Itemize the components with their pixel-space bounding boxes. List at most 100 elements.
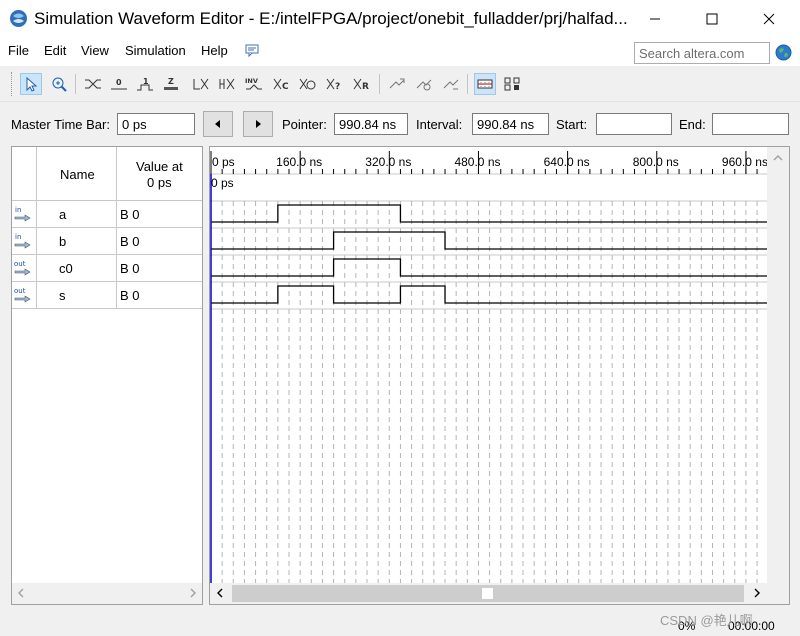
snap-to-grid-icon [389,78,405,89]
waveform-panel[interactable]: 0 ps 160.0 ns 320.0 ns 480.0 ns 640.0 ns 800.… [209,146,790,605]
zoom-tool-button[interactable] [48,73,70,95]
scroll-thumb-grip [482,588,493,599]
menu-view[interactable]: View [81,43,109,58]
master-time-bar-label: Master Time Bar: [11,117,110,132]
ruler-label: 480.0 ns [454,155,500,169]
close-icon [763,13,775,25]
toolbar-separator [467,74,468,94]
zoom-tool-icon [52,77,67,92]
master-time-bar-field[interactable]: 0 ps [117,113,195,135]
invert-button[interactable]: INV [243,73,265,95]
name-column-header[interactable]: Name [60,167,95,182]
cursor-time-label: 0 ps [211,176,234,190]
waveform-vertical-scrollbar[interactable] [767,147,789,583]
grid-settings-icon [477,79,493,89]
globe-icon[interactable] [775,44,792,61]
ruler-label: 320.0 ns [365,155,411,169]
invert-icon: INV [245,77,262,90]
waveform-c0 [211,258,767,277]
menu-help[interactable]: Help [201,43,228,58]
waveform-scroll-thumb[interactable] [232,585,744,602]
maximize-icon [706,13,718,25]
toolbar: 0 1 Z INV C ? R [0,66,800,102]
snap-to-grid-button[interactable] [386,73,408,95]
ruler-label: 0 ps [212,155,235,169]
random-value-button[interactable]: ? [323,73,345,95]
forcing-high-button[interactable]: 1 [134,73,156,95]
toolbar-separator [75,74,76,94]
count-value-icon: C [273,78,289,92]
grid-settings-button[interactable] [474,73,496,95]
signal-row-b[interactable]: in b B 0 [12,228,202,255]
random-value-label: ? [335,82,340,92]
waveform-b [211,231,767,250]
count-value-label: C [282,82,289,92]
minimize-button[interactable] [632,0,678,38]
ruler-label: 160.0 ns [276,155,322,169]
toolbar-grip[interactable] [11,72,14,96]
arbitrary-value-button[interactable]: R [350,73,372,95]
forcing-unknown-button[interactable] [82,73,104,95]
signal-row-a[interactable]: in a B 0 [12,201,202,228]
signal-value: B 0 [120,207,140,222]
signal-direction-label: out [14,287,26,295]
weak-high-button[interactable] [216,73,238,95]
waveform-canvas[interactable]: 0 ps 160.0 ns 320.0 ns 480.0 ns 640.0 ns 800.… [210,147,767,583]
signal-value: B 0 [120,234,140,249]
signal-name: b [59,234,67,249]
scroll-up-icon[interactable] [773,153,783,163]
signal-row-s[interactable]: out s B 0 [12,282,202,309]
forcing-low-icon: 0 [111,78,127,90]
menu-simulation[interactable]: Simulation [125,43,186,58]
scroll-left-icon[interactable] [16,588,26,598]
high-impedance-label: Z [168,77,174,86]
input-pin-icon: in [14,233,31,249]
title-bar[interactable]: Simulation Waveform Editor - E:/intelFPG… [0,0,800,38]
scroll-right-icon[interactable] [752,588,762,598]
waveform-s [211,285,767,304]
scroll-right-icon[interactable] [188,588,198,598]
signal-name: c0 [59,261,73,276]
signal-direction-label: out [14,260,26,268]
node-finder-button[interactable] [501,73,523,95]
weak-low-icon [193,78,209,90]
window-title: Simulation Waveform Editor - E:/intelFPG… [34,9,628,28]
watermark: CSDN @艳儿啊 [660,613,753,628]
signal-direction-label: in [15,206,21,214]
scroll-left-icon[interactable] [215,588,225,598]
triangle-left-icon [215,120,220,128]
weak-high-icon [219,78,235,90]
previous-transition-button[interactable] [203,111,233,137]
arbitrary-value-icon: R [353,78,369,92]
count-value-button[interactable]: C [270,73,292,95]
next-transition-button[interactable] [243,111,273,137]
end-field[interactable] [712,113,789,135]
snap-to-transition-button[interactable] [413,73,435,95]
forcing-low-button[interactable]: 0 [108,73,130,95]
toolbar-separator [379,74,380,94]
value-column-header-line2[interactable]: 0 ps [147,175,172,190]
search-input[interactable]: Search altera.com [634,42,770,64]
clock-button[interactable] [296,73,318,95]
value-column-header-line1[interactable]: Value at [136,159,183,174]
forcing-unknown-icon [85,79,101,89]
high-impedance-button[interactable]: Z [160,73,182,95]
maximize-button[interactable] [689,0,735,38]
start-field[interactable] [596,113,672,135]
close-button[interactable] [746,0,792,38]
signal-table-header: Name Value at 0 ps [12,147,202,201]
feedback-icon[interactable] [245,43,260,58]
quartus-app-icon [10,10,27,27]
split-icon [443,79,459,90]
signal-list-horizontal-scrollbar[interactable] [12,583,202,604]
split-button[interactable] [440,73,462,95]
weak-low-button[interactable] [190,73,212,95]
signal-row-c0[interactable]: out c0 B 0 [12,255,202,282]
menu-file[interactable]: File [8,43,29,58]
signal-value: B 0 [120,288,140,303]
output-pin-icon: out [14,287,31,303]
selection-tool-button[interactable] [20,73,42,95]
menu-edit[interactable]: Edit [44,43,66,58]
snap-to-transition-icon [416,79,432,91]
waveform-horizontal-scrollbar[interactable] [210,583,789,604]
